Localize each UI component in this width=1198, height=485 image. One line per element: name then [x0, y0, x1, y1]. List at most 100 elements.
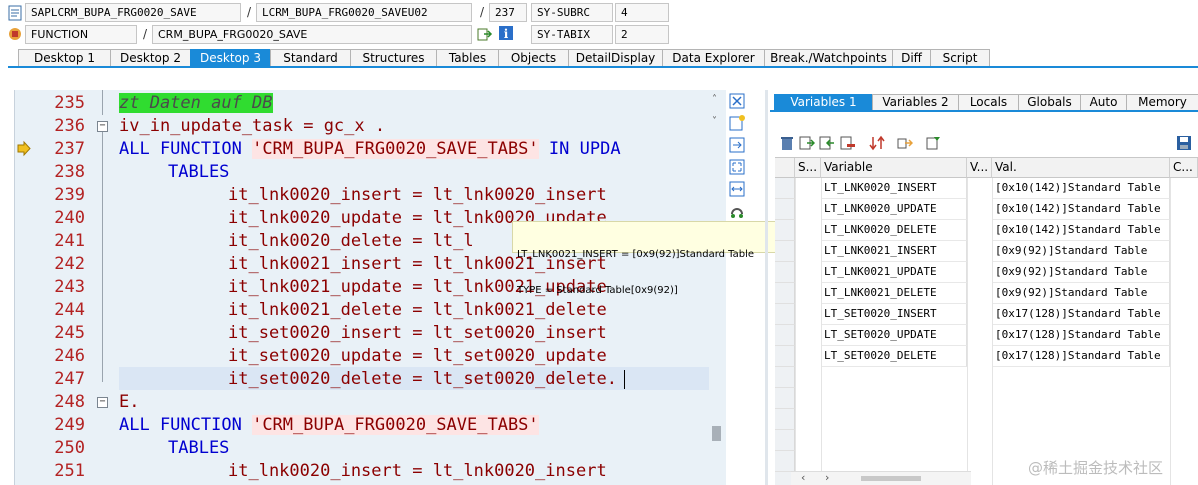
variable-tooltip: LT_LNK0021_INSERT = [0x9(92)]Standard Ta… [512, 221, 788, 296]
swap-icon[interactable] [728, 180, 746, 198]
pane-splitter[interactable] [765, 90, 768, 485]
keyword: IN UPDA [548, 139, 621, 159]
variable-value-cell[interactable]: [0x10(142)]Standard Table [992, 178, 1170, 199]
tab-variables-1[interactable]: Variables 1 [774, 94, 872, 111]
event-type-field[interactable]: FUNCTION [25, 25, 137, 44]
row-selector[interactable] [775, 430, 795, 451]
scroll-left-icon[interactable]: ‹ [801, 471, 805, 484]
row-selector[interactable] [775, 304, 795, 325]
row-selector[interactable] [775, 346, 795, 367]
variable-value-cell[interactable]: [0x9(92)]Standard Table [992, 283, 1170, 304]
row-selector[interactable] [775, 178, 795, 199]
variable-name-cell[interactable]: LT_LNK0021_DELETE [821, 283, 967, 304]
save-icon[interactable] [1176, 135, 1192, 151]
import-icon[interactable] [799, 135, 816, 151]
scroll-thumb[interactable] [712, 426, 721, 441]
tab-auto[interactable]: Auto [1080, 94, 1126, 111]
tab-diff[interactable]: Diff [892, 49, 930, 67]
variable-value-cell[interactable]: [0x17(128)]Standard Table [992, 346, 1170, 367]
tab-detaildisplay[interactable]: DetailDisplay [568, 49, 662, 67]
info-icon[interactable]: i [498, 25, 514, 41]
tab-globals[interactable]: Globals [1018, 94, 1080, 111]
tab-data-explorer[interactable]: Data Explorer [662, 49, 764, 67]
tab-standard[interactable]: Standard [270, 49, 350, 67]
variable-value-cell[interactable]: [0x10(142)]Standard Table [992, 220, 1170, 241]
variable-name-cell[interactable]: LT_LNK0020_DELETE [821, 220, 967, 241]
row-selector[interactable] [775, 451, 795, 472]
variable-value-cell[interactable]: [0x9(92)]Standard Table [992, 241, 1170, 262]
tab-structures[interactable]: Structures [350, 49, 436, 67]
tab-desktop-3[interactable]: Desktop 3 [190, 49, 270, 67]
transfer-icon[interactable] [897, 135, 914, 151]
line-field[interactable]: 237 [489, 3, 527, 22]
variables-grid[interactable]: S... Variable V... Val. C... LT_LNK0020_… [775, 157, 1198, 485]
fold-toggle[interactable]: − [97, 397, 108, 408]
variable-value-cell[interactable]: [0x17(128)]Standard Table [992, 304, 1170, 325]
header-v[interactable]: V... [967, 158, 992, 178]
watermark: @稀土掘金技术社区 [1028, 459, 1164, 477]
program-field[interactable]: SAPLCRM_BUPA_FRG0020_SAVE [25, 3, 241, 22]
maximize-icon[interactable] [728, 158, 746, 176]
column-guide [967, 178, 968, 485]
row-selector[interactable] [775, 241, 795, 262]
row-selector[interactable] [775, 388, 795, 409]
row-selector[interactable] [775, 367, 795, 388]
row-selector[interactable] [775, 220, 795, 241]
tab-objects[interactable]: Objects [498, 49, 568, 67]
variable-name-cell[interactable]: LT_LNK0021_INSERT [821, 241, 967, 262]
variable-name-cell[interactable]: LT_LNK0020_INSERT [821, 178, 967, 199]
function-icon [7, 26, 23, 42]
row-selector[interactable] [775, 262, 795, 283]
tab-variables-2[interactable]: Variables 2 [872, 94, 958, 111]
variable-name-cell[interactable]: LT_LNK0020_UPDATE [821, 199, 967, 220]
scroll-thumb[interactable] [861, 476, 921, 481]
include-field[interactable]: LCRM_BUPA_FRG0020_SAVEU02 [256, 3, 472, 22]
navigate-icon[interactable] [477, 26, 493, 42]
export-icon[interactable] [819, 135, 835, 151]
variable-value-cell[interactable]: [0x17(128)]Standard Table [992, 325, 1170, 346]
filter-icon[interactable] [925, 135, 941, 151]
services-icon[interactable] [728, 202, 746, 220]
subrc-value: 4 [615, 3, 669, 22]
variable-value-cell[interactable]: [0x10(142)]Standard Table [992, 199, 1170, 220]
scroll-right-icon[interactable]: › [825, 471, 829, 484]
row-selector[interactable] [775, 283, 795, 304]
tab-tables[interactable]: Tables [436, 49, 498, 67]
new-tool-icon[interactable] [728, 114, 746, 132]
header-variable[interactable]: Variable [821, 158, 967, 178]
tab-desktop-2[interactable]: Desktop 2 [110, 49, 190, 67]
event-name-field[interactable]: CRM_BUPA_FRG0020_SAVE [152, 25, 472, 44]
replace-tool-icon[interactable] [728, 136, 746, 154]
column-guide [795, 178, 796, 485]
row-selector[interactable] [775, 199, 795, 220]
header-c[interactable]: C... [1170, 158, 1198, 178]
fold-toggle[interactable]: − [97, 121, 108, 132]
scroll-up-icon[interactable]: ˄ [712, 94, 717, 105]
variable-name-cell[interactable]: LT_SET0020_INSERT [821, 304, 967, 325]
row-selector[interactable] [775, 325, 795, 346]
scroll-down-icon[interactable]: ˅ [712, 116, 717, 127]
row-selector[interactable] [775, 409, 795, 430]
remove-variable-icon[interactable] [840, 135, 856, 151]
tab-desktop-1[interactable]: Desktop 1 [18, 49, 110, 67]
variable-name-cell[interactable]: LT_SET0020_UPDATE [821, 325, 967, 346]
variable-value-cell[interactable]: [0x9(92)]Standard Table [992, 262, 1170, 283]
tab-memory[interactable]: Memory [1126, 94, 1198, 111]
line-number: 248 [54, 392, 85, 412]
sort-icon[interactable] [869, 135, 885, 151]
header-status[interactable]: S... [795, 158, 821, 178]
grid-hscrollbar[interactable]: ‹ › [791, 471, 971, 485]
code-line-249: ALL FUNCTION 'CRM_BUPA_FRG0020_SAVE_TABS… [119, 414, 539, 437]
tab-script[interactable]: Script [930, 49, 990, 67]
column-guide [992, 178, 993, 485]
tab-locals[interactable]: Locals [958, 94, 1018, 111]
variable-name-cell[interactable]: LT_LNK0021_UPDATE [821, 262, 967, 283]
variable-name-cell[interactable]: LT_SET0020_DELETE [821, 346, 967, 367]
header-value[interactable]: Val. [992, 158, 1170, 178]
tab-breakpoints[interactable]: Break./Watchpoints [764, 49, 892, 67]
close-icon[interactable] [728, 92, 746, 110]
separator: / [480, 5, 485, 19]
keyword: ALL FUNCTION [119, 139, 242, 159]
fold-guide [102, 90, 103, 115]
delete-icon[interactable] [779, 135, 795, 151]
